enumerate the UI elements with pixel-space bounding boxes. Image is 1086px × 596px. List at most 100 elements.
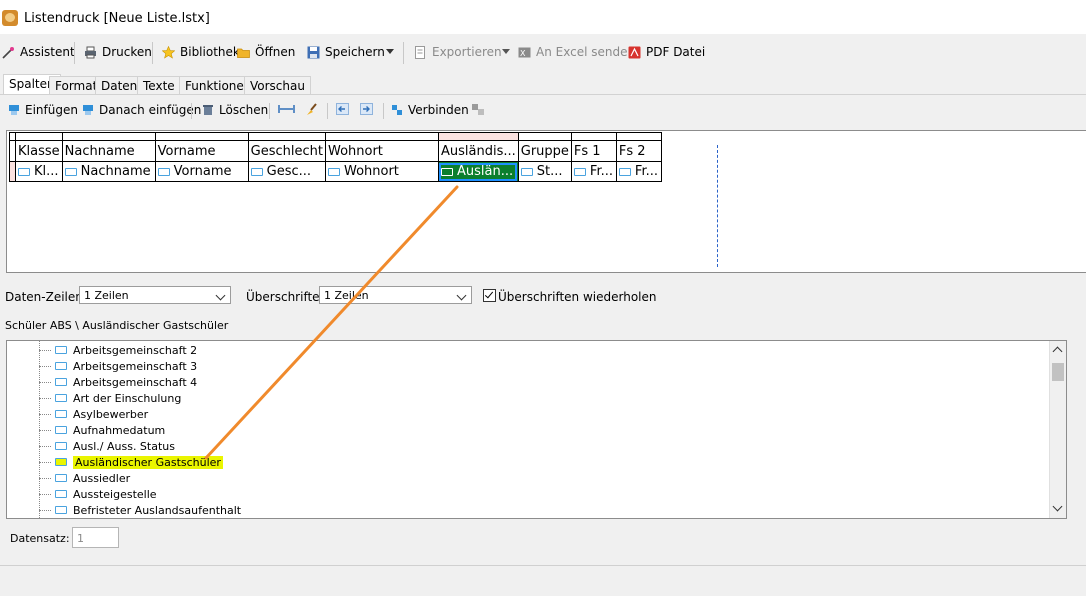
tree-item[interactable]: Art der Einschulung <box>39 390 181 406</box>
excel-button[interactable]: X An Excel senden <box>518 42 635 62</box>
chevron-down-icon <box>502 49 510 54</box>
move-left-button[interactable] <box>336 103 349 115</box>
column-table: Klasse Nachname Vorname Geschlecht Wohno… <box>9 132 662 182</box>
column-header[interactable]: Fs 1 <box>570 140 617 162</box>
format-brush-button[interactable] <box>305 103 318 116</box>
field-path: Schüler ABS \ Ausländischer Gastschüler <box>5 319 229 332</box>
field-icon <box>618 167 631 176</box>
tree-item[interactable]: Arbeitsgemeinschaft 4 <box>39 374 197 390</box>
assistent-button[interactable]: Assistent <box>2 42 75 62</box>
tree-item[interactable]: Asylbewerber <box>39 406 148 422</box>
move-right-button[interactable] <box>360 103 373 115</box>
chevron-down-icon <box>215 290 226 301</box>
verbinden-button[interactable]: Verbinden <box>391 103 469 117</box>
field-icon <box>55 474 67 482</box>
scroll-up-icon[interactable] <box>1052 346 1063 357</box>
chevron-down-icon <box>456 290 467 301</box>
wiederholen-label[interactable]: Überschriften wiederholen <box>498 290 656 304</box>
field-icon <box>250 167 263 176</box>
field-icon <box>55 346 67 354</box>
column-field[interactable]: Vorname <box>154 161 249 182</box>
tab-vorschau[interactable]: Vorschau <box>244 76 311 95</box>
tree-item[interactable]: Aussiedler <box>39 470 130 486</box>
arrow-left-icon <box>336 103 349 115</box>
wiederholen-checkbox[interactable] <box>483 289 496 302</box>
speichern-button[interactable]: Speichern <box>307 42 385 62</box>
ueberschriften-select[interactable]: 1 Zeilen <box>319 286 472 304</box>
column-header[interactable]: Geschlecht <box>247 140 326 162</box>
title-bar: Listendruck [Neue Liste.lstx] <box>0 0 1086 34</box>
oeffnen-button[interactable]: Öffnen <box>237 42 295 62</box>
field-icon <box>327 167 340 176</box>
tree-item[interactable]: Ausl./ Auss. Status <box>39 438 175 454</box>
brush-icon <box>307 103 317 115</box>
field-icon <box>55 506 67 514</box>
tree-item[interactable]: Befristeter Auslandsaufenthalt <box>39 502 241 518</box>
scroll-thumb[interactable] <box>1052 363 1064 381</box>
tree-item[interactable]: Arbeitsgemeinschaft 2 <box>39 342 197 358</box>
column-header[interactable]: Ausländis... <box>437 140 519 162</box>
column-field[interactable]: Gesc... <box>247 161 326 182</box>
toolbar-separator <box>327 103 328 119</box>
speichern-dropdown[interactable] <box>386 42 394 62</box>
field-icon <box>55 426 67 434</box>
field-icon <box>157 167 170 176</box>
loeschen-button[interactable]: Löschen <box>202 103 268 117</box>
printer-icon <box>85 46 96 58</box>
pdf-button[interactable]: PDF Datei <box>628 42 705 62</box>
tree-item[interactable]: Aussteigestelle <box>39 486 157 502</box>
daten-zeilen-label: Daten-Zeilen: <box>5 290 87 304</box>
tree-item[interactable]: Arbeitsgemeinschaft 3 <box>39 358 197 374</box>
split-button[interactable] <box>471 103 485 116</box>
tree-item-highlighted[interactable]: Ausländischer Gastschüler <box>39 454 223 470</box>
danach-einfuegen-button[interactable]: Danach einfügen <box>82 103 201 117</box>
svg-text:X: X <box>520 49 526 58</box>
arrow-right-icon <box>360 103 373 115</box>
einfuegen-button[interactable]: Einfügen <box>8 103 78 117</box>
column-field[interactable]: Nachname <box>61 161 156 182</box>
column-header[interactable]: Klasse <box>15 140 63 162</box>
daten-zeilen-select[interactable]: 1 Zeilen <box>79 286 231 304</box>
exportieren-button[interactable]: Exportieren <box>414 42 502 62</box>
field-icon <box>64 167 77 176</box>
drucken-button[interactable]: Drucken <box>84 42 152 62</box>
tree-item[interactable]: Aufnahmedatum <box>39 422 165 438</box>
field-icon <box>55 394 67 402</box>
column-header[interactable]: Nachname <box>61 140 156 162</box>
column-field-selected[interactable]: Auslän... <box>437 161 519 182</box>
main-toolbar: Assistent Drucken Bibliothek Öffnen Spei… <box>0 36 1086 68</box>
exportieren-dropdown[interactable] <box>502 42 510 62</box>
column-field[interactable]: Wohnort <box>324 161 439 182</box>
bibliothek-button[interactable]: Bibliothek <box>162 42 240 62</box>
field-icon <box>18 167 30 176</box>
column-width-button[interactable] <box>278 103 295 115</box>
scroll-down-icon[interactable] <box>1052 501 1063 512</box>
column-header[interactable]: Vorname <box>154 140 249 162</box>
wand-icon <box>2 46 14 59</box>
column-header[interactable]: Gruppe <box>517 140 572 162</box>
datensatz-input[interactable]: 1 <box>72 527 119 548</box>
window-title: Listendruck [Neue Liste.lstx] <box>24 11 210 26</box>
column-header[interactable]: Wohnort <box>324 140 439 162</box>
column-field[interactable]: St... <box>517 161 572 182</box>
toolbar-separator <box>383 103 384 119</box>
column-field[interactable]: Fr... <box>615 161 662 182</box>
field-icon <box>440 167 453 176</box>
tree-scrollbar[interactable] <box>1049 341 1066 518</box>
column-header[interactable]: Fs 2 <box>615 140 662 162</box>
width-icon <box>278 105 295 113</box>
merge-icon <box>392 105 402 115</box>
field-icon <box>55 490 67 498</box>
tab-texte[interactable]: Texte <box>137 76 181 95</box>
column-field[interactable]: Fr... <box>570 161 617 182</box>
column-toolbar: Einfügen Danach einfügen Löschen Verbind… <box>0 100 1086 122</box>
field-icon <box>520 167 533 176</box>
column-field[interactable]: Kl... <box>15 161 63 182</box>
app-icon <box>2 10 18 26</box>
page-width-marker <box>717 145 718 267</box>
toolbar-separator <box>74 42 75 64</box>
folder-icon <box>237 48 250 58</box>
chevron-down-icon <box>386 49 394 54</box>
field-icon <box>55 442 67 450</box>
toolbar-separator <box>152 42 153 64</box>
